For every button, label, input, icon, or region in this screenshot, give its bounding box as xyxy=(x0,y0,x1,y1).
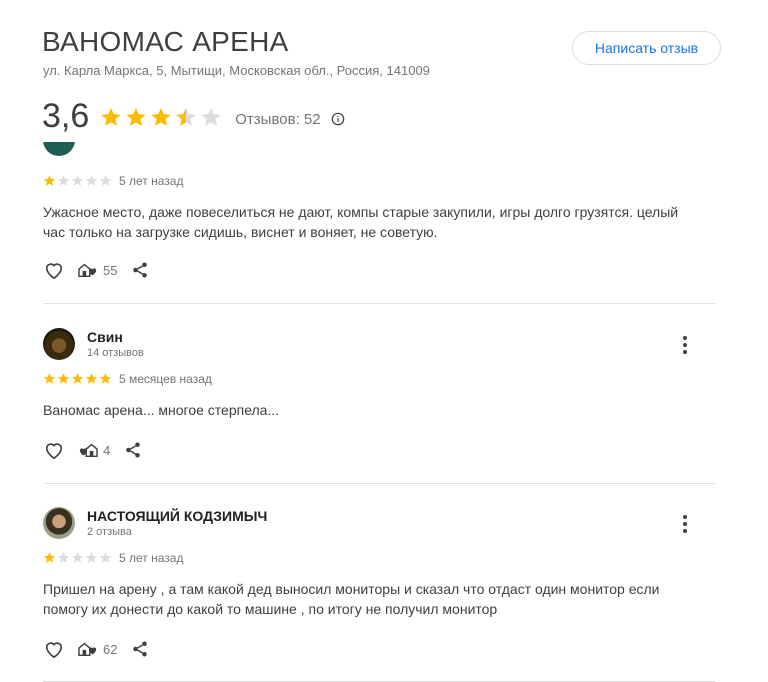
author-meta: 14 отзывов xyxy=(87,347,144,359)
review-time: 5 лет назад xyxy=(119,174,184,188)
review-actions: 62 xyxy=(43,639,149,659)
place-title: ВАНОМАС АРЕНА xyxy=(42,26,289,57)
useful-count-button[interactable]: 4 xyxy=(77,441,110,459)
rating-stars xyxy=(99,106,223,128)
star-full-icon xyxy=(43,373,56,384)
rating-summary: 3,6 Отзывов: 52 xyxy=(42,97,345,136)
review-time: 5 лет назад xyxy=(119,551,184,565)
divider xyxy=(43,483,715,484)
share-icon xyxy=(126,442,140,458)
rating-value: 3,6 xyxy=(42,97,90,135)
more-options-icon[interactable] xyxy=(679,335,691,355)
like-button[interactable] xyxy=(43,639,65,659)
star-empty-icon xyxy=(99,175,112,186)
star-empty-icon xyxy=(85,552,98,563)
heart-icon xyxy=(45,263,63,280)
divider xyxy=(43,303,715,304)
star-full-icon xyxy=(99,373,112,384)
share-button[interactable] xyxy=(131,261,149,279)
info-icon[interactable] xyxy=(331,112,345,126)
heart-icon xyxy=(45,443,63,460)
useful-count-button[interactable]: 55 xyxy=(77,261,117,279)
share-button[interactable] xyxy=(124,441,142,459)
review-author[interactable]: Свин xyxy=(87,329,123,345)
useful-count-button[interactable]: 62 xyxy=(77,640,117,658)
review-author[interactable]: НАСТОЯЩИЙ КОДЗИМЫЧ xyxy=(87,508,267,524)
star-full-icon xyxy=(57,373,70,384)
like-button[interactable] xyxy=(43,440,65,460)
star-full-icon xyxy=(151,107,171,126)
review-stars xyxy=(43,551,112,564)
review-text: Ваномас арена... многое стерпела... xyxy=(43,402,280,418)
review-stars xyxy=(43,174,112,187)
write-review-button[interactable]: Написать отзыв xyxy=(572,31,721,65)
star-full-icon xyxy=(71,373,84,384)
star-full-icon xyxy=(43,175,56,186)
reviews-list: 5 лет назад Ужасное место, даже повесели… xyxy=(0,142,768,682)
author-meta: 2 отзыва xyxy=(87,526,132,538)
star-full-icon xyxy=(101,107,121,126)
star-full-icon xyxy=(85,373,98,384)
share-button[interactable] xyxy=(131,640,149,658)
share-icon xyxy=(133,641,148,657)
avatar[interactable] xyxy=(43,507,75,539)
star-half-icon xyxy=(176,107,196,126)
avatar[interactable] xyxy=(43,328,75,360)
thanks-icon xyxy=(79,443,98,458)
star-empty-icon xyxy=(57,552,70,563)
star-empty-icon xyxy=(85,175,98,186)
avatar[interactable] xyxy=(43,142,75,156)
share-icon xyxy=(133,262,148,278)
review-stars xyxy=(43,372,112,385)
like-button[interactable] xyxy=(43,260,65,280)
star-empty-icon xyxy=(71,175,84,186)
reviews-count: Отзывов: 52 xyxy=(235,111,321,128)
thanks-icon xyxy=(78,263,97,278)
review-actions: 55 xyxy=(43,260,149,280)
review-text: Пришел на арену , а там какой дед выноси… xyxy=(43,581,660,617)
heart-icon xyxy=(45,642,63,659)
place-address: ул. Карла Маркса, 5, Мытищи, Московская … xyxy=(43,63,430,78)
review-actions: 4 xyxy=(43,440,142,460)
review-time: 5 месяцев назад xyxy=(119,372,212,386)
star-empty-icon xyxy=(57,175,70,186)
review-text: Ужасное место, даже повеселиться не дают… xyxy=(43,204,679,240)
useful-count: 62 xyxy=(103,641,118,657)
star-empty-icon xyxy=(201,107,221,126)
star-empty-icon xyxy=(71,552,84,563)
more-options-icon[interactable] xyxy=(679,514,691,534)
thanks-icon xyxy=(78,642,97,657)
star-empty-icon xyxy=(99,552,112,563)
star-full-icon xyxy=(126,107,146,126)
useful-count: 4 xyxy=(103,442,111,458)
useful-count: 55 xyxy=(103,262,118,278)
star-full-icon xyxy=(43,552,56,563)
